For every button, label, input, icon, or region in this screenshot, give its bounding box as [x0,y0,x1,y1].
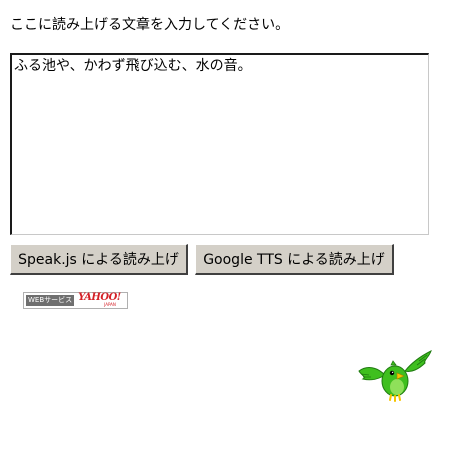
instruction-text: ここに読み上げる文章を入力してください。 [10,17,290,33]
green-bird-icon [358,350,432,402]
yahoo-webservice-credit-badge[interactable]: WEBサービス YAHOO! JAPAN [23,292,128,309]
yahoo-logo: YAHOO! JAPAN [78,292,127,308]
bird-feet [389,394,401,402]
yahoo-logo-subtext: JAPAN [104,302,116,307]
speech-text-input[interactable] [10,53,429,235]
webservice-label: WEBサービス [26,295,75,306]
google-tts-read-button[interactable]: Google TTS による読み上げ [195,244,394,275]
bird-right-wing [404,350,432,372]
bird-eye [389,370,395,376]
bird-left-wing [358,367,386,381]
speakjs-read-button[interactable]: Speak.js による読み上げ [10,244,188,275]
